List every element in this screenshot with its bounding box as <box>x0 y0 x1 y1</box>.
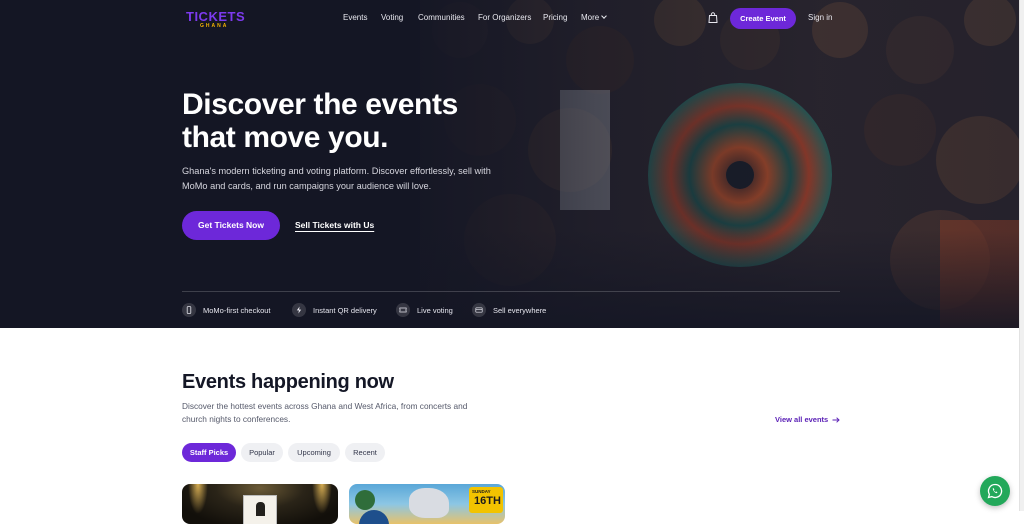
event-date-number: 16TH <box>474 495 501 507</box>
event-date-day: SUNDAY <box>472 489 491 494</box>
sign-in-link[interactable]: Sign in <box>808 13 832 22</box>
whatsapp-chat-button[interactable] <box>980 476 1010 506</box>
logo-wordmark: TICKETS <box>186 9 246 24</box>
events-section-title: Events happening now <box>182 371 394 393</box>
card-icon <box>472 303 486 317</box>
phone-icon <box>182 303 196 317</box>
palm-graphic <box>355 490 375 510</box>
nav-link-voting[interactable]: Voting <box>381 13 403 22</box>
feature-sell-everywhere: Sell everywhere <box>472 303 546 317</box>
feature-live-voting: Live voting <box>396 303 453 317</box>
nav-link-communities[interactable]: Communities <box>418 13 465 22</box>
stage-light <box>312 484 332 514</box>
feature-label: Live voting <box>417 305 453 315</box>
logo-subtext: GHANA <box>200 23 229 29</box>
feature-momo-checkout: MoMo-first checkout <box>182 303 271 317</box>
event-card[interactable]: SUNDAY 16TH <box>349 484 505 524</box>
chevron-down-icon <box>601 13 608 19</box>
ticket-icon <box>396 303 410 317</box>
event-date-badge: SUNDAY 16TH <box>469 487 503 513</box>
filter-upcoming[interactable]: Upcoming <box>288 443 340 462</box>
hero-section: TICKETS GHANA Events Voting Communities … <box>0 0 1024 328</box>
feature-label: Sell everywhere <box>493 305 547 315</box>
filter-staff-picks[interactable]: Staff Picks <box>182 443 236 462</box>
get-tickets-button[interactable]: Get Tickets Now <box>182 211 280 240</box>
stage-light <box>188 484 208 514</box>
nav-more-label: More <box>581 13 600 22</box>
shopping-bag-icon[interactable] <box>708 12 718 23</box>
page-scrollbar[interactable] <box>1019 0 1024 511</box>
event-poster-image <box>409 488 449 518</box>
view-all-label: View all events <box>775 415 829 424</box>
create-event-button[interactable]: Create Event <box>730 8 796 29</box>
feature-label: Instant QR delivery <box>313 305 377 315</box>
bolt-icon <box>292 303 306 317</box>
filter-recent[interactable]: Recent <box>345 443 385 462</box>
headline-line-2: that move you. <box>182 121 389 154</box>
nav-more-menu[interactable]: More <box>581 13 608 22</box>
nav-link-pricing[interactable]: Pricing <box>543 13 567 22</box>
arrow-right-icon <box>832 416 840 423</box>
top-navigation: TICKETS GHANA Events Voting Communities … <box>0 0 1024 36</box>
feature-instant-qr: Instant QR delivery <box>292 303 377 317</box>
whatsapp-icon <box>987 483 1003 499</box>
hero-headline: Discover the events that move you. <box>182 88 502 154</box>
sell-tickets-link[interactable]: Sell Tickets with Us <box>295 220 374 230</box>
headline-line-1: Discover the events <box>182 88 458 121</box>
poster-figure <box>256 502 265 516</box>
hero-subtitle: Ghana's modern ticketing and voting plat… <box>182 166 491 191</box>
event-poster-image <box>243 495 277 524</box>
event-logo-graphic <box>359 510 389 524</box>
filter-popular[interactable]: Popular <box>241 443 283 462</box>
site-logo[interactable]: TICKETS GHANA <box>186 9 248 29</box>
events-section-subtitle: Discover the hottest events across Ghana… <box>182 401 468 424</box>
feature-label: MoMo-first checkout <box>203 305 271 315</box>
event-card[interactable] <box>182 484 338 524</box>
hero-divider <box>182 291 840 292</box>
nav-link-events[interactable]: Events <box>343 13 367 22</box>
view-all-events-link[interactable]: View all events <box>775 415 840 424</box>
nav-link-for-organizers[interactable]: For Organizers <box>478 13 531 22</box>
